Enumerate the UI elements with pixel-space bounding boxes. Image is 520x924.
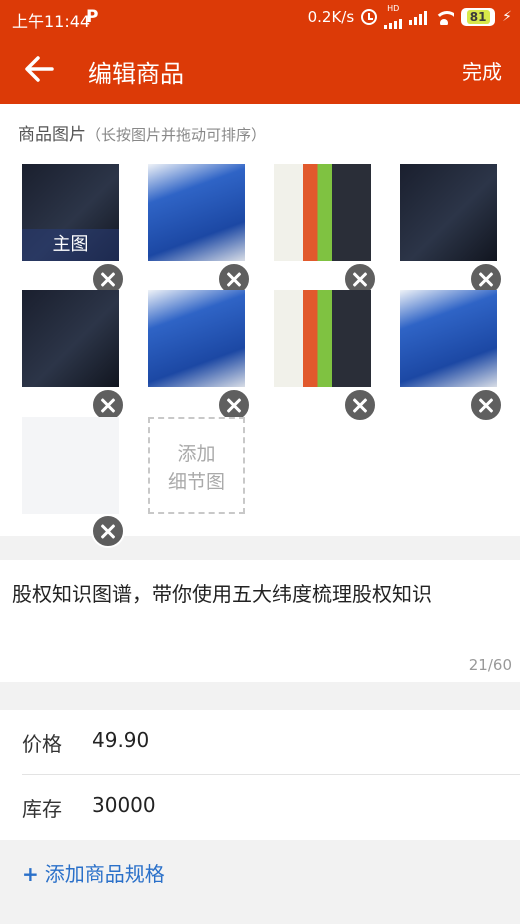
product-image-6[interactable] [148,290,245,387]
product-image-8[interactable] [400,290,497,387]
product-image-2[interactable] [148,164,245,261]
product-image-7[interactable] [274,290,371,387]
product-image-9[interactable] [22,417,119,514]
stock-input[interactable]: 30000 [92,793,156,817]
alarm-icon [361,9,378,25]
price-label: 价格 [22,732,62,756]
product-image-7-pic [274,290,371,387]
delete-image-9-button[interactable] [91,514,125,548]
add-detail-line1: 添加 [177,443,216,465]
product-image-1[interactable]: 主图 [22,164,119,261]
back-arrow-icon [25,56,54,82]
product-image-5-pic [22,290,119,387]
product-image-2-pic [148,164,245,261]
add-spec-label: 添加商品规格 [44,862,165,886]
price-stock-form: 价格 49.90 库存 30000 [0,710,520,840]
status-time: 上午11:44 [12,12,91,31]
status-bar: 上午11:44 P 0.2K/s HD 81 ⚡ [0,0,520,34]
images-hint-sub: （长按图片并拖动可排序） [86,126,267,144]
wifi-icon [434,9,455,25]
product-image-6-pic [148,290,245,387]
plus-icon: + [22,862,39,886]
product-image-8-pic [400,290,497,387]
product-image-3-pic [274,164,371,261]
status-right: 0.2K/s HD 81 ⚡ [307,4,512,29]
hd-label: HD [387,4,400,13]
product-image-9-pic [22,417,119,514]
hd-signal-icon: HD [384,4,403,29]
images-hint: 商品图片（长按图片并拖动可排序） [18,120,266,145]
done-button[interactable]: 完成 [462,56,502,85]
nav-bar: 编辑商品 完成 [0,34,520,104]
signal-icon [409,9,428,25]
product-image-4[interactable] [400,164,497,261]
product-title-box[interactable]: 股权知识图谱，带你使用五大纬度梳理股权知识 21/60 [0,560,520,682]
charging-icon: ⚡ [502,9,512,25]
delete-image-7-button[interactable] [343,388,377,422]
product-images-section: 商品图片（长按图片并拖动可排序） 主图 添加 细节图 [0,104,520,548]
main-image-label: 主图 [22,229,119,261]
stock-row[interactable]: 库存 30000 [0,775,520,839]
price-row[interactable]: 价格 49.90 [0,710,520,775]
network-speed: 0.2K/s [307,8,355,26]
battery-level: 81 [466,10,490,24]
product-image-4-pic [400,164,497,261]
page-title: 编辑商品 [88,60,184,88]
price-input[interactable]: 49.90 [92,728,149,752]
images-hint-title: 商品图片 [18,125,86,145]
product-title-input[interactable]: 股权知识图谱，带你使用五大纬度梳理股权知识 [12,578,432,607]
product-image-5[interactable] [22,290,119,387]
app-notification-icon: P [86,7,99,27]
add-spec-button[interactable]: + 添加商品规格 [22,858,165,887]
add-detail-image-button[interactable]: 添加 细节图 [148,417,245,514]
battery-icon: 81 [461,8,496,26]
title-char-counter: 21/60 [468,656,512,674]
stock-label: 库存 [22,797,62,821]
hd-bars [384,13,403,29]
add-detail-line2: 细节图 [167,471,225,493]
delete-image-8-button[interactable] [469,388,503,422]
product-image-3[interactable] [274,164,371,261]
back-button[interactable] [22,54,56,84]
